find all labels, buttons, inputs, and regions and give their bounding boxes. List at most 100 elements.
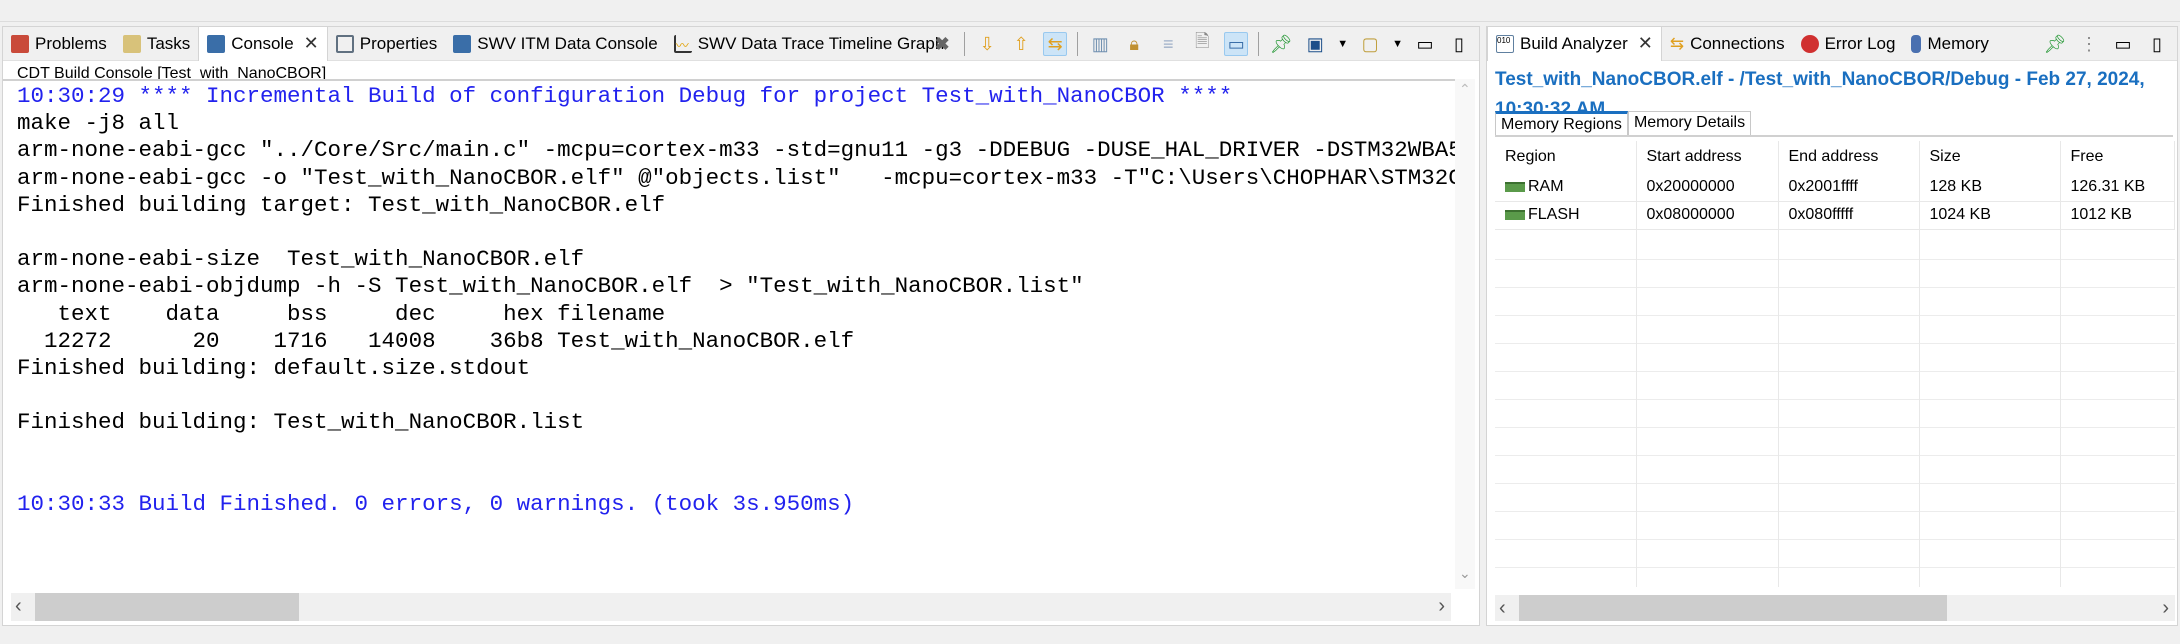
console-line: Finished building target: Test_with_Nano… bbox=[17, 191, 666, 218]
tab-swv-data-trace-timeline-graph[interactable]: 〰 SWV Data Trace Timeline Graph bbox=[666, 27, 953, 61]
clear-console-icon[interactable]: 🗎 bbox=[1190, 31, 1214, 56]
tab-tasks[interactable]: Tasks bbox=[115, 27, 198, 61]
tab-memory[interactable]: Memory bbox=[1903, 27, 1996, 61]
horizontal-scrollbar[interactable]: ‹ › bbox=[11, 593, 1451, 621]
scroll-left-icon[interactable]: ‹ bbox=[1499, 597, 1506, 620]
tab-console[interactable]: Console ✕ bbox=[198, 26, 328, 61]
free: 126.31 KB bbox=[2060, 173, 2175, 202]
tab-label: Build Analyzer bbox=[1520, 33, 1628, 53]
console-line: arm-none-eabi-objdump -h -S Test_with_Na… bbox=[17, 273, 1084, 300]
tab-label: Connections bbox=[1690, 33, 1785, 53]
minimize-icon[interactable]: ▭ bbox=[2111, 32, 2135, 56]
terminate-icon[interactable]: ✖ bbox=[930, 32, 954, 56]
separator bbox=[1258, 32, 1260, 56]
console-line: Finished building: Test_with_NanoCBOR.li… bbox=[17, 409, 585, 436]
new-console-icon[interactable]: ▢ bbox=[1358, 32, 1382, 56]
maximize-icon[interactable]: ▯ bbox=[1447, 32, 1471, 56]
build-analyzer-view: 010 Build Analyzer ✕ ⇆ Connections Error Lo… bbox=[1486, 26, 2178, 626]
properties-icon bbox=[335, 34, 354, 53]
console-line: make -j8 all bbox=[17, 110, 180, 137]
console-view: Problems Tasks Console ✕ Properties SWV I… bbox=[2, 26, 1480, 626]
tab-connections[interactable]: ⇆ Connections bbox=[1662, 27, 1793, 61]
chevron-down-icon[interactable]: ▼ bbox=[1392, 38, 1403, 50]
view-menu-icon[interactable]: ⋮ bbox=[2077, 32, 2101, 56]
column-header[interactable]: Start address bbox=[1636, 141, 1779, 173]
scrollbar-thumb[interactable] bbox=[1519, 595, 1947, 621]
horizontal-scrollbar[interactable]: ‹ › bbox=[1495, 595, 2175, 621]
console-line: 10:30:29 **** Incremental Build of confi… bbox=[17, 83, 1233, 109]
console-line: text data bss dec hex filename bbox=[17, 300, 666, 327]
tab-label: Error Log bbox=[1824, 33, 1896, 53]
tab-swv-itm-data-console[interactable]: SWV ITM Data Console bbox=[445, 27, 665, 61]
top-strip bbox=[0, 0, 2180, 22]
swv-console-icon bbox=[453, 34, 472, 53]
chevron-down-icon[interactable]: ▼ bbox=[1337, 38, 1348, 50]
minimize-icon[interactable]: ▭ bbox=[1413, 32, 1437, 56]
scrollbar-thumb[interactable] bbox=[35, 593, 299, 621]
console-tab-bar: Problems Tasks Console ✕ Properties SWV I… bbox=[3, 26, 1479, 61]
connections-icon: ⇆ bbox=[1669, 33, 1685, 53]
memory-chip-icon bbox=[1505, 209, 1525, 220]
scroll-lock-icon[interactable]: ▥ bbox=[1088, 32, 1112, 56]
tab-problems[interactable]: Problems bbox=[3, 27, 115, 61]
pin-lock-icon[interactable]: 🔒︎ bbox=[1122, 32, 1146, 56]
pin-icon[interactable]: 📌︎ bbox=[2043, 32, 2067, 56]
show-console-icon[interactable]: ▭ bbox=[1224, 32, 1249, 56]
scroll-left-icon[interactable]: ‹ bbox=[15, 595, 22, 618]
scroll-up-icon[interactable]: ⌃ bbox=[1459, 81, 1471, 98]
console-line: arm-none-eabi-gcc -o "Test_with_NanoCBOR… bbox=[17, 164, 1457, 191]
size: 128 KB bbox=[1919, 173, 2061, 202]
column-header[interactable]: Size bbox=[1919, 141, 2061, 173]
error-log-icon bbox=[1800, 34, 1819, 53]
console-icon bbox=[207, 34, 226, 53]
tab-memory-details[interactable]: Memory Details bbox=[1627, 111, 1752, 135]
tab-label: Memory bbox=[1927, 33, 1989, 53]
start-address: 0x20000000 bbox=[1636, 173, 1779, 202]
end-address: 0x2001ffff bbox=[1778, 173, 1920, 202]
tab-label: Properties bbox=[359, 33, 438, 53]
maximize-icon[interactable]: ▯ bbox=[2145, 32, 2169, 56]
display-console-icon[interactable]: ▣ bbox=[1303, 32, 1327, 56]
link-with-editor-icon[interactable]: ⇆ bbox=[1043, 32, 1068, 56]
free: 1012 KB bbox=[2060, 201, 2175, 230]
memory-chip-icon bbox=[1505, 181, 1525, 192]
analyzer-toolbar: 📌︎ ⋮ ▭ ▯ bbox=[2043, 27, 2169, 61]
arrow-up-icon[interactable]: ⇧ bbox=[1009, 32, 1033, 56]
tab-build-analyzer[interactable]: 010 Build Analyzer ✕ bbox=[1487, 26, 1662, 61]
table-empty-rows bbox=[1495, 232, 2175, 587]
start-address: 0x08000000 bbox=[1636, 201, 1779, 230]
column-header[interactable]: End address bbox=[1778, 141, 1920, 173]
vertical-scrollbar[interactable]: ⌃ ⌄ bbox=[1455, 79, 1475, 589]
build-analyzer-icon: 010 bbox=[1496, 34, 1514, 53]
separator bbox=[964, 32, 966, 56]
close-icon[interactable]: ✕ bbox=[1638, 33, 1653, 54]
console-line: Finished building: default.size.stdout bbox=[17, 355, 531, 382]
table-row[interactable]: RAM 0x20000000 0x2001ffff 128 KB 126.31 … bbox=[1495, 173, 2175, 202]
end-address: 0x080fffff bbox=[1778, 201, 1920, 230]
scroll-right-icon[interactable]: › bbox=[1438, 595, 1445, 618]
tab-error-log[interactable]: Error Log bbox=[1793, 27, 1904, 61]
table-row[interactable]: FLASH 0x08000000 0x080fffff 1024 KB 1012… bbox=[1495, 201, 2175, 230]
scroll-down-icon[interactable]: ⌄ bbox=[1459, 565, 1471, 582]
tab-memory-regions[interactable]: Memory Regions bbox=[1495, 111, 1628, 135]
column-header[interactable]: Region bbox=[1495, 141, 1637, 173]
size: 1024 KB bbox=[1919, 201, 2061, 230]
word-wrap-icon[interactable]: ≡ bbox=[1156, 32, 1180, 56]
memory-icon bbox=[1911, 34, 1922, 53]
tab-properties[interactable]: Properties bbox=[328, 27, 445, 61]
memory-regions-table: Region Start address End address Size Fr… bbox=[1495, 141, 2175, 230]
console-line: 10:30:33 Build Finished. 0 errors, 0 war… bbox=[17, 491, 855, 518]
tab-label: SWV Data Trace Timeline Graph bbox=[697, 33, 945, 53]
region-name: RAM bbox=[1528, 177, 1564, 195]
console-output[interactable]: 10:30:29 **** Incremental Build of confi… bbox=[3, 79, 1457, 589]
tab-label: Problems bbox=[35, 33, 107, 53]
scroll-right-icon[interactable]: › bbox=[2162, 597, 2169, 620]
region-cell: FLASH bbox=[1495, 201, 1637, 230]
close-icon[interactable]: ✕ bbox=[304, 33, 319, 54]
separator bbox=[1077, 32, 1079, 56]
pin-console-icon[interactable]: 📌︎ bbox=[1269, 32, 1293, 56]
region-cell: RAM bbox=[1495, 173, 1637, 202]
column-header[interactable]: Free bbox=[2060, 141, 2175, 173]
arrow-down-icon[interactable]: ⇩ bbox=[975, 32, 999, 56]
